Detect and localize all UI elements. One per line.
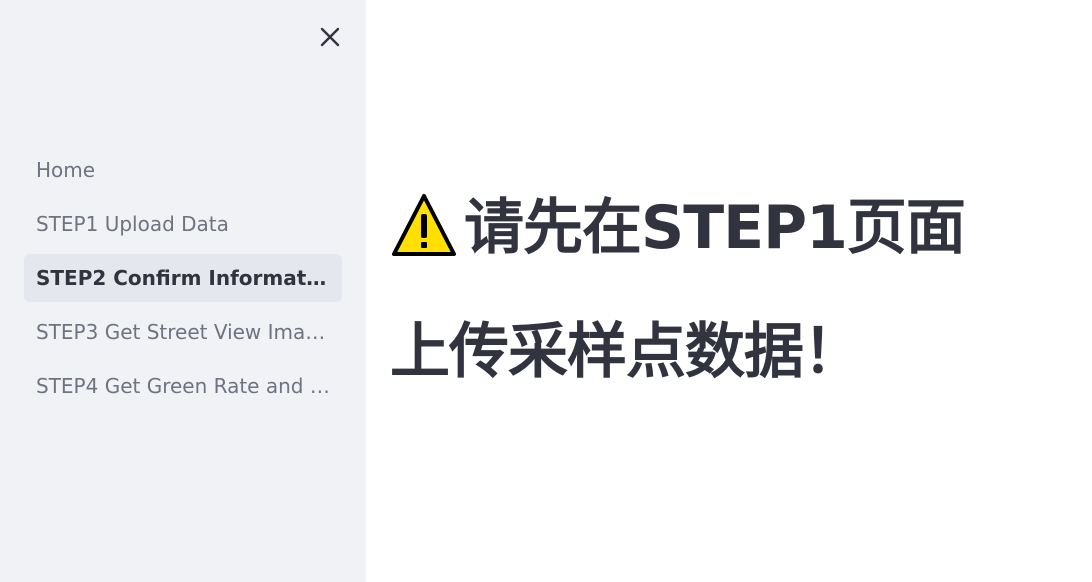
sidebar-nav: Home STEP1 Upload Data STEP2 Confirm Inf… bbox=[24, 146, 342, 416]
sidebar-item-home[interactable]: Home bbox=[24, 146, 342, 194]
sidebar-item-label: STEP1 Upload Data bbox=[36, 212, 229, 236]
warning-icon bbox=[392, 194, 456, 256]
sidebar-item-label: STEP2 Confirm Information bbox=[36, 266, 330, 290]
sidebar-item-step1-upload-data[interactable]: STEP1 Upload Data bbox=[24, 200, 342, 248]
sidebar-item-label: STEP4 Get Green Rate and Green View Inde… bbox=[36, 374, 330, 398]
sidebar-item-step3-get-street-view-image[interactable]: STEP3 Get Street View Image bbox=[24, 308, 342, 356]
sidebar-item-step4-get-green-rate[interactable]: STEP4 Get Green Rate and Green View Inde… bbox=[24, 362, 342, 410]
sidebar: Home STEP1 Upload Data STEP2 Confirm Inf… bbox=[0, 0, 366, 582]
warning-text: 请先在STEP1页面上传采样点数据！ bbox=[390, 193, 966, 387]
app: Home STEP1 Upload Data STEP2 Confirm Inf… bbox=[0, 0, 1092, 582]
warning-message: 请先在STEP1页面上传采样点数据！ bbox=[390, 166, 990, 414]
main-content: 请先在STEP1页面上传采样点数据！ bbox=[366, 0, 1092, 582]
close-sidebar-button[interactable] bbox=[314, 21, 346, 53]
sidebar-item-label: STEP3 Get Street View Image bbox=[36, 320, 330, 344]
sidebar-item-step2-confirm-information[interactable]: STEP2 Confirm Information bbox=[24, 254, 342, 302]
close-icon bbox=[320, 27, 340, 47]
sidebar-item-label: Home bbox=[36, 158, 96, 182]
